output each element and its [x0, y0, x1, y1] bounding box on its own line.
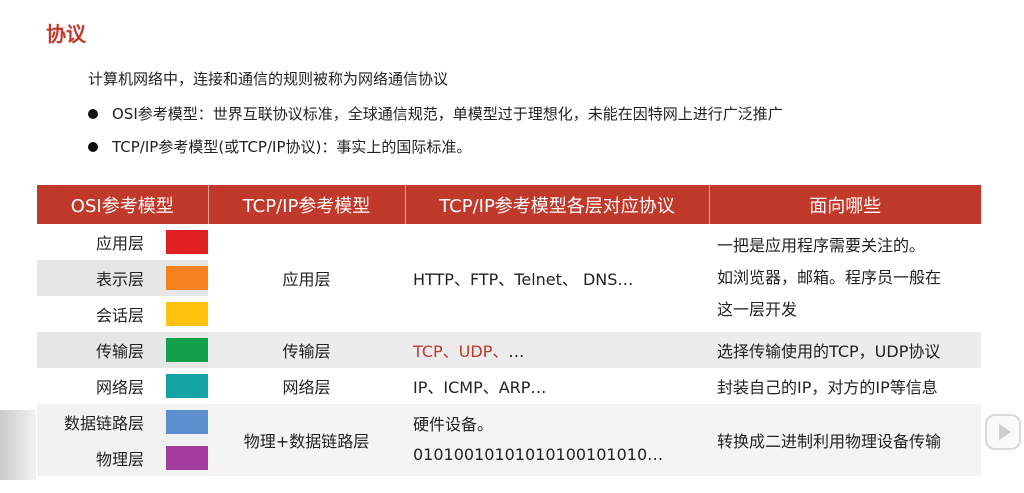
bullet-tcpip: TCP/IP参考模型(或TCP/IP协议)：事实上的国际标准。	[88, 137, 783, 170]
protocols-line: 01010010101010100101010…	[413, 445, 664, 464]
tcpip-layer-physical-link: 物理+数据链路层	[208, 404, 405, 476]
osi-layer-label: 传输层	[95, 342, 144, 361]
layer-color-swatch	[166, 230, 208, 254]
osi-layer-label: 物理层	[95, 450, 144, 469]
header-osi: OSI参考模型	[37, 185, 209, 224]
table-row: 网络层 网络层 IP、ICMP、ARP… 封装自己的IP，对方的IP等信息	[37, 368, 981, 404]
intro-text: 计算机网络中，连接和通信的规则被称为网络通信协议	[88, 70, 449, 88]
purpose-network: 封装自己的IP，对方的IP等信息	[717, 378, 938, 397]
protocols-network: IP、ICMP、ARP…	[413, 378, 547, 397]
osi-layer-physical: 物理层	[37, 440, 208, 476]
table-row: 传输层 传输层 TCP、UDP、… 选择传输使用的TCP，UDP协议	[37, 332, 981, 368]
layer-color-swatch	[166, 338, 208, 362]
tcpip-layer-application: 应用层	[208, 224, 405, 332]
tcpip-layer-network: 网络层	[282, 378, 331, 397]
bullet-list: OSI参考模型：世界互联协议标准，全球通信规范，单模型过于理想化，未能在因特网上…	[88, 104, 783, 170]
table-row: 数据链路层 物理+数据链路层 硬件设备。 0101001010101010010…	[37, 404, 981, 476]
purpose-line: 如浏览器，邮箱。程序员一般在	[717, 268, 942, 287]
osi-layer-session: 会话层	[37, 296, 208, 332]
header-protocols: TCP/IP参考模型各层对应协议	[405, 185, 710, 224]
osi-layer-presentation: 表示层	[37, 260, 208, 296]
purpose-line: 这一层开发	[717, 300, 798, 319]
play-icon	[999, 424, 1011, 440]
slide-edge-shadow	[0, 410, 36, 480]
protocols-application: HTTP、FTP、Telnet、 DNS…	[405, 224, 709, 332]
purpose-line: 一把是应用程序需要关注的。	[717, 236, 926, 255]
osi-layer-label: 会话层	[95, 306, 144, 325]
bullet-osi: OSI参考模型：世界互联协议标准，全球通信规范，单模型过于理想化，未能在因特网上…	[88, 104, 783, 137]
osi-layer-label: 数据链路层	[63, 414, 144, 433]
purpose-application: 一把是应用程序需要关注的。 如浏览器，邮箱。程序员一般在 这一层开发	[709, 224, 981, 332]
osi-layer-datalink: 数据链路层	[37, 404, 208, 440]
layer-color-swatch	[166, 302, 208, 326]
tcpip-layer-transport: 传输层	[208, 332, 405, 368]
model-comparison-table: OSI参考模型 TCP/IP参考模型 TCP/IP参考模型各层对应协议 面向哪些…	[37, 185, 981, 476]
layer-color-swatch	[166, 410, 208, 434]
purpose-physical-link: 转换成二进制利用物理设备传输	[709, 404, 981, 476]
page-title: 协议	[46, 22, 86, 46]
protocols-transport-rest: …	[508, 342, 525, 361]
purpose-transport: 选择传输使用的TCP，UDP协议	[709, 332, 981, 368]
osi-layer-label: 应用层	[95, 234, 144, 253]
layer-color-swatch	[166, 446, 208, 470]
osi-layer-label: 表示层	[95, 270, 144, 289]
osi-layer-label: 网络层	[95, 378, 144, 397]
play-button[interactable]	[985, 414, 1021, 450]
protocols-line: 硬件设备。	[413, 415, 494, 434]
osi-layer-network: 网络层	[37, 368, 208, 404]
table-row: 应用层 应用层 HTTP、FTP、Telnet、 DNS… 一把是应用程序需要关…	[37, 224, 981, 332]
header-purpose: 面向哪些	[709, 185, 981, 224]
osi-layer-application: 应用层	[37, 224, 208, 260]
layer-color-swatch	[166, 374, 208, 398]
header-tcpip: TCP/IP参考模型	[208, 185, 406, 224]
protocols-physical-link: 硬件设备。 01010010101010100101010…	[405, 404, 709, 476]
osi-layer-transport: 传输层	[37, 332, 208, 368]
protocols-transport-highlight: TCP、UDP、	[413, 342, 509, 361]
layer-color-swatch	[166, 266, 208, 290]
table-header-row: OSI参考模型 TCP/IP参考模型 TCP/IP参考模型各层对应协议 面向哪些	[37, 185, 981, 224]
protocols-transport: TCP、UDP、…	[405, 332, 709, 368]
